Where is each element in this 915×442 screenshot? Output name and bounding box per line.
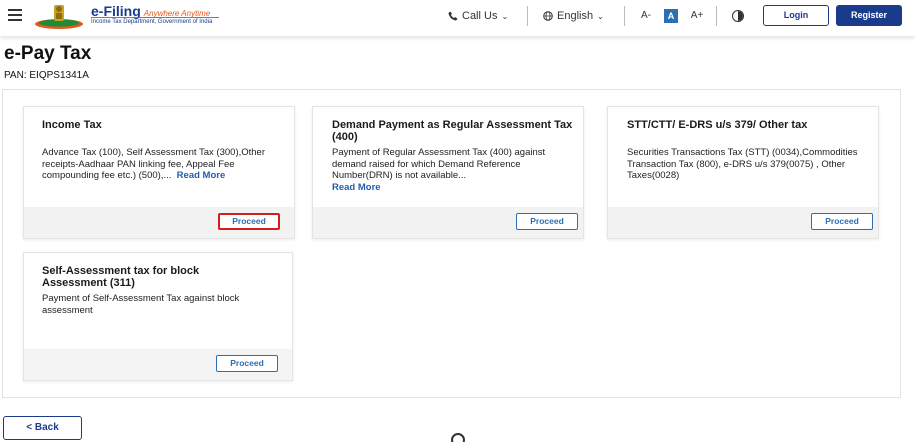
font-normal-button[interactable]: A xyxy=(664,9,678,23)
back-button[interactable]: < Back xyxy=(3,416,82,440)
card-footer: Proceed xyxy=(24,207,294,238)
phone-icon xyxy=(448,11,458,21)
read-more-link[interactable]: Read More xyxy=(177,170,226,181)
hamburger-menu-icon[interactable] xyxy=(8,9,22,21)
font-increase-button[interactable]: A+ xyxy=(690,9,704,23)
card-income-tax: Income Tax Advance Tax (100), Self Asses… xyxy=(23,106,295,239)
contrast-icon[interactable] xyxy=(732,10,744,22)
card-description: Securities Transactions Tax (STT) (0034)… xyxy=(627,147,858,181)
language-selector[interactable]: English ⌄ xyxy=(543,10,604,22)
login-button[interactable]: Login xyxy=(763,5,829,26)
chat-icon[interactable] xyxy=(451,433,465,442)
card-description: Advance Tax (100), Self Assessment Tax (… xyxy=(42,147,282,182)
chevron-down-icon: ⌄ xyxy=(597,11,604,21)
emblem-logo-icon[interactable] xyxy=(33,2,85,30)
language-label: English xyxy=(557,10,594,22)
register-button[interactable]: Register xyxy=(836,5,902,26)
card-footer: Proceed xyxy=(24,349,292,380)
chevron-down-icon: ⌄ xyxy=(501,11,509,21)
logo-underline xyxy=(91,17,219,18)
card-description: Payment of Self-Assessment Tax against b… xyxy=(42,293,240,316)
divider xyxy=(624,6,625,26)
card-demand-payment: Demand Payment as Regular Assessment Tax… xyxy=(312,106,584,239)
card-title: Demand Payment as Regular Assessment Tax… xyxy=(332,119,573,143)
divider xyxy=(527,6,528,26)
call-us-menu[interactable]: Call Us ⌄ xyxy=(448,10,508,22)
card-self-assessment-block: Self-Assessment tax for block Assessment… xyxy=(23,252,293,381)
card-title: Self-Assessment tax for block Assessment… xyxy=(42,265,200,289)
logo-subtitle: Income Tax Department, Government of Ind… xyxy=(91,19,213,25)
proceed-button[interactable]: Proceed xyxy=(218,213,280,230)
top-header: e-Filing Anywhere Anytime Income Tax Depa… xyxy=(0,0,915,36)
card-stt-ctt-edrs: STT/CTT/ E-DRS u/s 379/ Other tax Securi… xyxy=(607,106,879,239)
globe-icon xyxy=(543,11,553,21)
card-footer: Proceed xyxy=(313,207,583,238)
proceed-button[interactable]: Proceed xyxy=(516,213,578,230)
card-title: STT/CTT/ E-DRS u/s 379/ Other tax xyxy=(627,119,808,131)
pan-number: PAN: EIQPS1341A xyxy=(4,70,89,81)
divider xyxy=(716,6,717,26)
card-title: Income Tax xyxy=(42,119,102,131)
call-us-label: Call Us xyxy=(462,10,498,22)
card-description: Payment of Regular Assessment Tax (400) … xyxy=(332,147,572,193)
card-description-text: Advance Tax (100), Self Assessment Tax (… xyxy=(42,147,266,181)
proceed-button[interactable]: Proceed xyxy=(216,355,278,372)
font-decrease-button[interactable]: A- xyxy=(639,9,653,23)
card-footer: Proceed xyxy=(608,207,878,238)
page-title: e-Pay Tax xyxy=(4,43,92,64)
card-description-text: Payment of Regular Assessment Tax (400) … xyxy=(332,147,546,181)
proceed-button[interactable]: Proceed xyxy=(811,213,873,230)
read-more-link[interactable]: Read More xyxy=(332,182,381,193)
